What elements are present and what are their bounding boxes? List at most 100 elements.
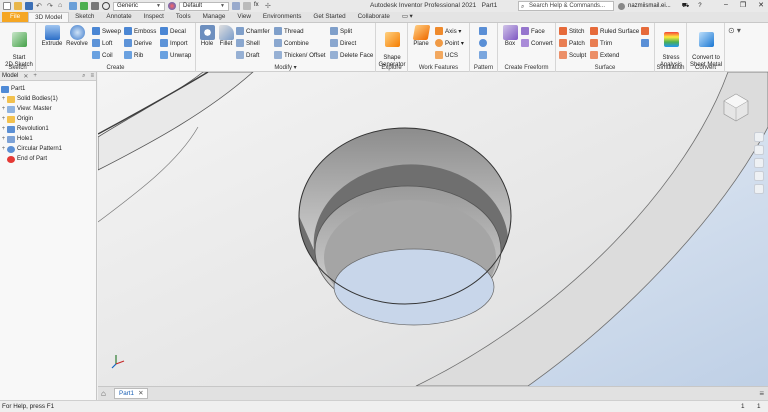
tab-collaborate[interactable]: Collaborate [352, 12, 396, 22]
panel-title-modify[interactable]: Modify ▾ [196, 64, 375, 71]
fillet-button[interactable]: Fillet [217, 25, 235, 48]
tab-annotate[interactable]: Annotate [100, 12, 137, 22]
adjust-icon[interactable] [243, 2, 251, 10]
sweep-button[interactable]: Sweep [92, 26, 121, 36]
rib-button[interactable]: Rib [124, 50, 143, 60]
minimize-button[interactable]: – [724, 1, 728, 9]
extend-button[interactable]: Extend [590, 50, 619, 60]
tree-item-origin[interactable]: + Origin [0, 114, 96, 124]
home-icon[interactable]: ⌂ [58, 2, 66, 10]
options-icon[interactable]: ✢ [265, 2, 273, 10]
ruled-surface-button[interactable]: Ruled Surface [590, 26, 639, 36]
cart-icon[interactable]: ⛟ [682, 2, 690, 10]
tree-item-hole1[interactable]: + Hole1 [0, 134, 96, 144]
tree-item-circular-pattern1[interactable]: + Circular Pattern1 [0, 144, 96, 154]
menu-icon[interactable]: ≡ [90, 73, 94, 79]
convert-sheet-metal-button[interactable]: Convert to Sheet Metal [688, 25, 724, 69]
emboss-button[interactable]: Emboss [124, 26, 156, 36]
add-icon[interactable]: + [33, 73, 37, 79]
help-icon[interactable]: ? [698, 3, 701, 9]
new-file-icon[interactable] [3, 2, 11, 10]
direct-button[interactable]: Direct [330, 38, 356, 48]
combine-button[interactable]: Combine [274, 38, 309, 48]
tab-menu-icon[interactable]: ≡ [759, 389, 764, 398]
graphics-viewport[interactable] [98, 72, 768, 386]
tab-sketch[interactable]: Sketch [69, 12, 100, 22]
stitch-button[interactable]: Stitch [559, 26, 584, 36]
coil-button[interactable]: Coil [92, 50, 113, 60]
hole-button[interactable]: Hole [198, 25, 216, 48]
loft-button[interactable]: Loft [92, 38, 112, 48]
tree-item-view-master[interactable]: + View: Master [0, 104, 96, 114]
tab-tools[interactable]: Tools [170, 12, 197, 22]
tree-item-end-of-part[interactable]: End of Part [0, 154, 96, 164]
start-sketch-button[interactable]: Start 2D Sketch [4, 25, 34, 69]
tree-expander[interactable]: + [0, 116, 7, 122]
surface-extra2-button[interactable] [641, 38, 649, 48]
search-input[interactable]: ⌕ Search Help & Commands... [518, 1, 614, 11]
tree-item-revolution1[interactable]: + Revolution1 [0, 124, 96, 134]
derive-button[interactable]: Derive [124, 38, 152, 48]
stress-analysis-button[interactable]: Stress Analysis [656, 25, 686, 69]
select-icon[interactable] [69, 2, 77, 10]
tree-expander[interactable]: + [0, 146, 7, 152]
tree-expander[interactable]: + [0, 126, 7, 132]
close-icon[interactable]: ✕ [23, 73, 28, 80]
decal-button[interactable]: Decal [160, 26, 186, 36]
tree-item-part1[interactable]: Part1 [0, 84, 96, 94]
tab-get-started[interactable]: Get Started [307, 12, 351, 22]
zoom-icon[interactable] [754, 158, 764, 168]
search-icon[interactable]: ⌕ [82, 73, 85, 80]
tab-environments[interactable]: Environments [257, 12, 308, 22]
tree-expander[interactable]: + [0, 96, 7, 102]
box-button[interactable]: Box [500, 25, 520, 48]
thread-button[interactable]: Thread [274, 26, 304, 36]
extrude-button[interactable]: Extrude [40, 25, 64, 48]
fx-icon[interactable]: fx [254, 2, 262, 10]
revolve-button[interactable]: Revolve [64, 25, 90, 48]
circular-pattern-button[interactable] [479, 38, 487, 48]
draft-button[interactable]: Draft [236, 50, 259, 60]
no-entry-icon[interactable] [102, 2, 110, 10]
mirror-button[interactable] [479, 50, 487, 60]
tab-inspect[interactable]: Inspect [138, 12, 170, 22]
shell-button[interactable]: Shell [236, 38, 260, 48]
close-icon[interactable]: ✕ [138, 390, 143, 397]
measure-icon[interactable] [91, 2, 99, 10]
ribbon-settings-icon[interactable]: ⊙ ▾ [728, 26, 741, 35]
rectangular-pattern-button[interactable] [479, 26, 487, 36]
tree-expander[interactable]: + [0, 136, 7, 142]
tree-item-solid-bodies[interactable]: + Solid Bodies(1) [0, 94, 96, 104]
shape-generator-button[interactable]: Shape Generator [377, 25, 407, 69]
tab-file[interactable]: File [2, 12, 29, 22]
axis-button[interactable]: Axis ▾ [435, 26, 462, 36]
tab-view[interactable]: View [231, 12, 257, 22]
face-button[interactable]: Face [521, 26, 545, 36]
ucs-button[interactable]: UCS [435, 50, 458, 60]
patch-button[interactable]: Patch [559, 38, 585, 48]
undo-icon[interactable]: ↶ [36, 2, 44, 10]
material-dropdown[interactable]: Generic ▼ [113, 1, 165, 11]
thicken-offset-button[interactable]: Thicken/ Offset [274, 50, 326, 60]
redo-icon[interactable]: ↷ [47, 2, 55, 10]
tab-3d-model[interactable]: 3D Model [28, 12, 70, 22]
user-account[interactable]: nazmiismail.ei... ⛟ ? [618, 2, 702, 10]
close-button[interactable]: ✕ [758, 1, 764, 9]
surface-extra-button[interactable] [641, 26, 649, 36]
save-icon[interactable] [25, 2, 33, 10]
browser-tab-model[interactable]: Model [2, 73, 18, 79]
home-icon[interactable]: ⌂ [101, 389, 106, 398]
ribbon-options-icon[interactable]: ▭ ▾ [396, 12, 419, 22]
split-button[interactable]: Split [330, 26, 352, 36]
trim-button[interactable]: Trim [590, 38, 612, 48]
document-tab-part1[interactable]: Part1 ✕ [114, 388, 149, 399]
delete-face-button[interactable]: Delete Face [330, 50, 373, 60]
clear-appearance-icon[interactable] [232, 2, 240, 10]
convert-button[interactable]: Convert [521, 38, 553, 48]
chamfer-button[interactable]: Chamfer [236, 26, 270, 36]
unwrap-button[interactable]: Unwrap [160, 50, 191, 60]
tree-expander[interactable]: + [0, 106, 7, 112]
import-button[interactable]: Import [160, 38, 188, 48]
point-button[interactable]: Point ▾ [435, 38, 464, 48]
appearance-dropdown[interactable]: Default ▼ [179, 1, 229, 11]
